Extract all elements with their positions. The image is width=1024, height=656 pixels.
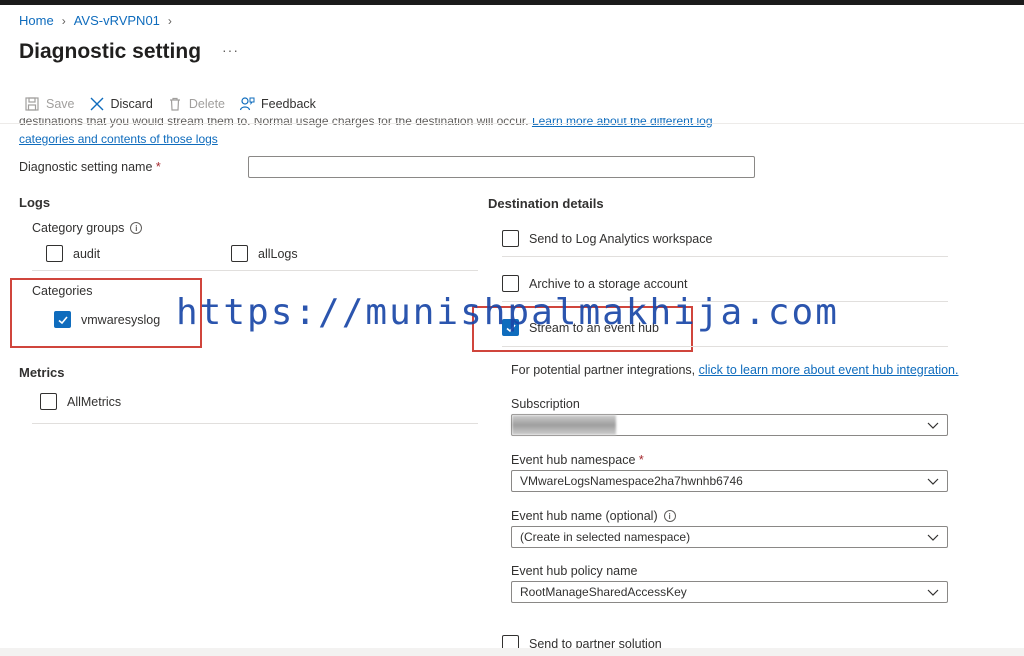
checkbox-box[interactable]	[502, 230, 519, 247]
policy-dropdown[interactable]: RootManageSharedAccessKey	[511, 581, 948, 603]
subscription-dropdown[interactable]	[511, 414, 948, 436]
delete-button[interactable]: Delete	[167, 96, 225, 112]
breadcrumb: Home › AVS-vRVPN01 ›	[19, 13, 172, 28]
highlight-box-categories	[10, 278, 202, 348]
chevron-down-icon	[927, 534, 939, 541]
save-button[interactable]: Save	[24, 96, 75, 112]
checkbox-allmetrics[interactable]: AllMetrics	[40, 393, 121, 410]
checkbox-box[interactable]	[46, 245, 63, 262]
checkbox-box[interactable]	[502, 275, 519, 292]
more-options-button[interactable]: ···	[222, 42, 239, 58]
page-title: Diagnostic setting	[19, 40, 202, 63]
divider	[502, 301, 948, 302]
breadcrumb-home[interactable]: Home	[19, 13, 54, 28]
top-bar	[0, 0, 1024, 5]
discard-button[interactable]: Discard	[89, 96, 153, 112]
metrics-heading: Metrics	[19, 365, 65, 380]
chevron-down-icon	[927, 478, 939, 485]
save-icon	[25, 97, 39, 111]
chevron-right-icon: ›	[61, 13, 66, 28]
divider	[32, 270, 478, 271]
setting-name-input[interactable]	[248, 156, 755, 178]
close-icon	[90, 97, 103, 111]
hub-name-dropdown[interactable]: (Create in selected namespace)	[511, 526, 948, 548]
log-categories-link[interactable]: categories and contents of those logs	[19, 132, 218, 147]
checkbox-alllogs[interactable]: allLogs	[231, 245, 298, 262]
divider	[502, 256, 948, 257]
delete-label: Delete	[188, 97, 226, 111]
namespace-label: Event hub namespace *	[511, 453, 644, 467]
chevron-down-icon	[927, 589, 939, 596]
chevron-down-icon	[927, 422, 939, 429]
destination-heading: Destination details	[488, 196, 604, 211]
category-groups-label: Category groups i	[32, 221, 143, 235]
discard-label: Discard	[110, 97, 153, 111]
info-icon[interactable]: i	[663, 510, 676, 522]
divider	[502, 346, 948, 347]
partner-integration-text: For potential partner integrations, clic…	[511, 363, 959, 377]
info-icon[interactable]: i	[130, 222, 143, 234]
hub-name-label: Event hub name (optional) i	[511, 509, 676, 523]
checkbox-box[interactable]	[231, 245, 248, 262]
setting-name-label: Diagnostic setting name *	[19, 160, 161, 174]
header-divider	[0, 123, 1024, 124]
checkbox-box[interactable]	[40, 393, 57, 410]
namespace-dropdown[interactable]: VMwareLogsNamespace2ha7hwnhb6746	[511, 470, 948, 492]
checkbox-log-analytics[interactable]: Send to Log Analytics workspace	[502, 230, 712, 247]
policy-label: Event hub policy name	[511, 564, 638, 578]
logs-heading: Logs	[19, 195, 51, 210]
save-label: Save	[46, 97, 75, 111]
feedback-button[interactable]: Feedback	[239, 96, 316, 112]
command-bar: Save Discard Delete Feedback	[24, 96, 330, 112]
trash-icon	[169, 97, 180, 111]
feedback-label: Feedback	[261, 97, 316, 111]
redacted-value	[512, 415, 616, 435]
breadcrumb-resource[interactable]: AVS-vRVPN01	[74, 13, 160, 28]
chevron-right-icon: ›	[167, 13, 172, 28]
feedback-icon	[239, 97, 255, 111]
bottom-edge	[0, 648, 1024, 656]
event-hub-integration-link[interactable]: click to learn more about event hub inte…	[699, 363, 959, 377]
checkbox-audit[interactable]: audit	[46, 245, 100, 262]
divider	[32, 423, 478, 424]
checkbox-storage-account[interactable]: Archive to a storage account	[502, 275, 687, 292]
subscription-label: Subscription	[511, 397, 580, 411]
